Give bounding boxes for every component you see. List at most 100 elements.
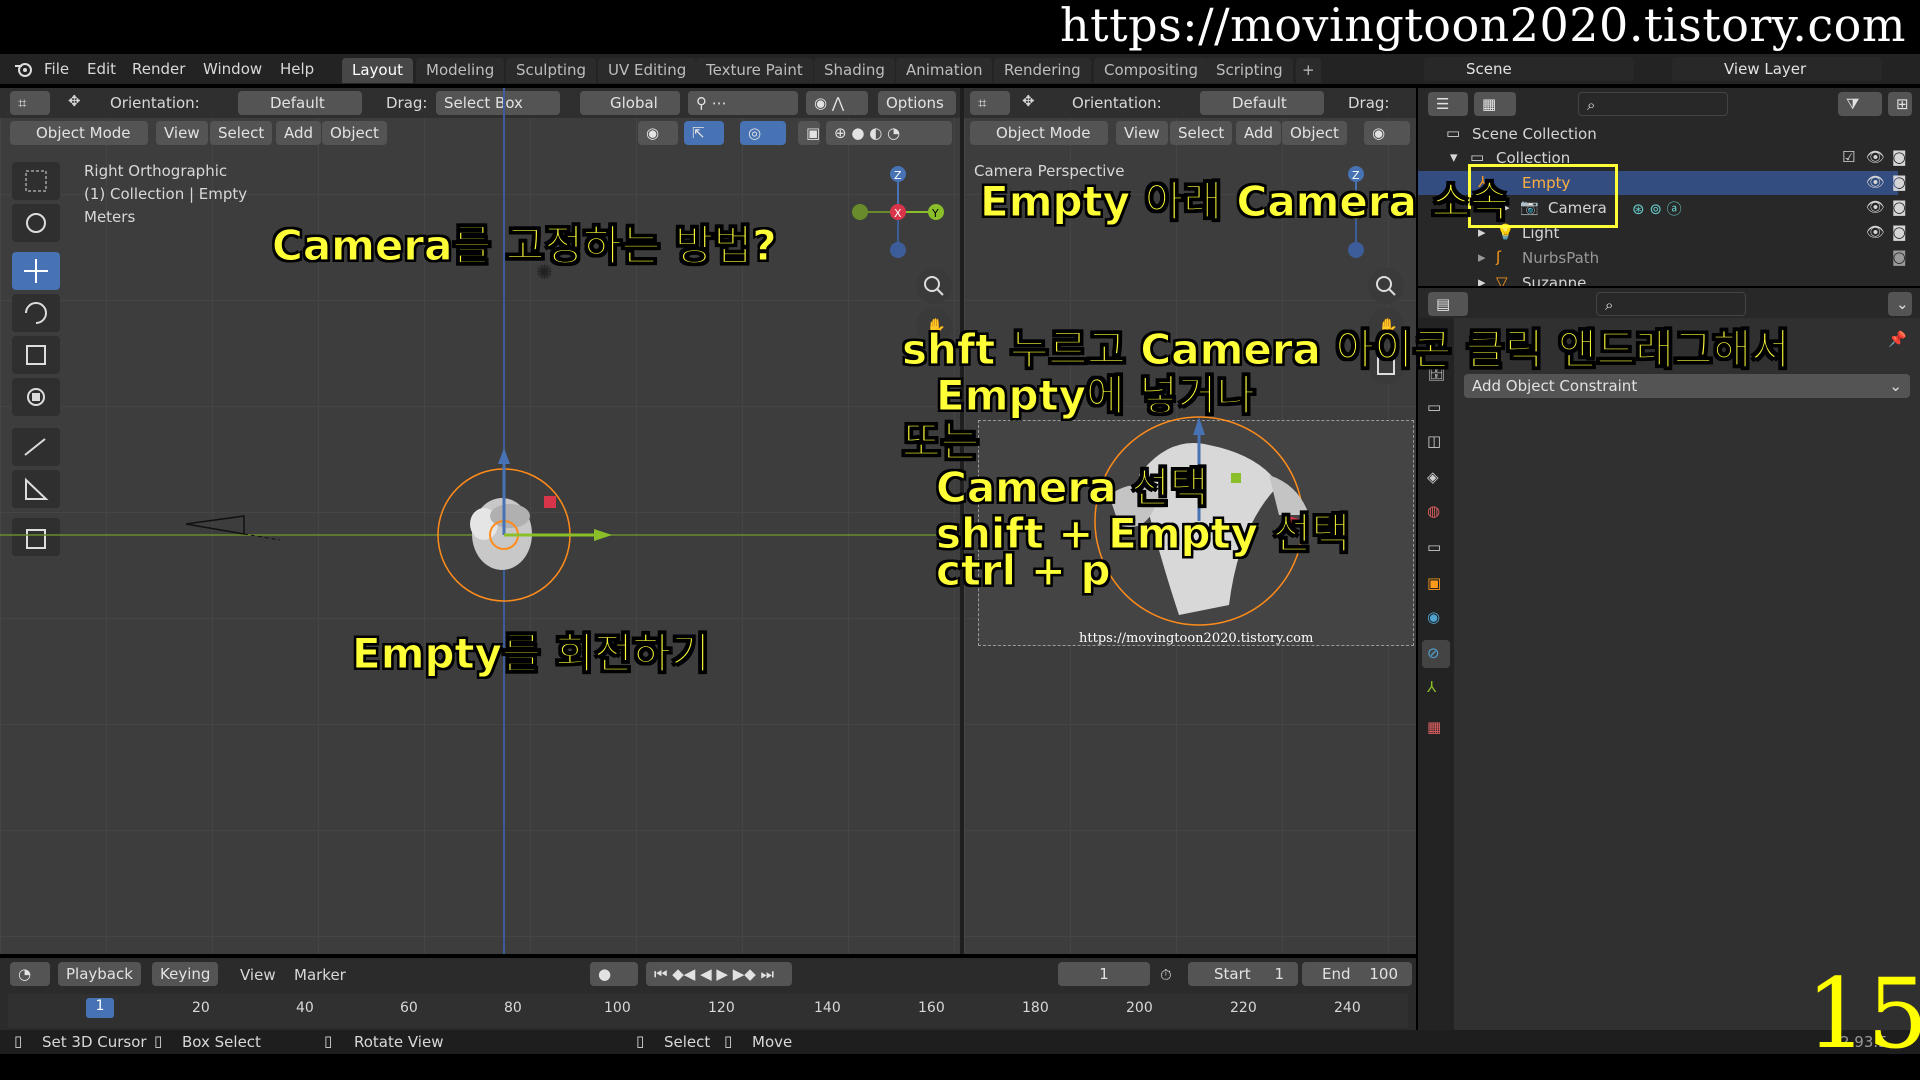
playback-menu[interactable]: Playback <box>58 962 141 986</box>
right-object-menu[interactable]: Object <box>1282 121 1347 145</box>
filter-icon[interactable]: ⧩ <box>1838 92 1882 116</box>
zoom-icon[interactable] <box>916 268 952 304</box>
stopwatch-icon[interactable]: ⏱ <box>1160 966 1172 984</box>
scene-collection-row[interactable]: ▭ Scene Collection <box>1418 122 1898 146</box>
outliner-search-input[interactable]: ⌕ <box>1578 92 1728 116</box>
add-workspace-button[interactable]: + <box>1296 58 1321 83</box>
render-props-icon[interactable]: ▭ <box>1427 398 1441 416</box>
tick-160: 160 <box>918 1000 945 1016</box>
physics-props-icon[interactable]: ◉ <box>1427 608 1440 626</box>
output-props-icon[interactable]: ◫ <box>1427 432 1441 450</box>
light-render-icon[interactable]: ◙ <box>1892 223 1907 241</box>
menu-edit[interactable]: Edit <box>87 60 116 78</box>
outliner-editor-type[interactable]: ☰ <box>1428 92 1468 116</box>
navigation-gizmo[interactable]: Z Y X <box>848 166 958 266</box>
expand-nurbspath-icon[interactable]: ▸ <box>1478 248 1486 266</box>
start-frame-field[interactable]: Start 1 <box>1188 962 1298 986</box>
right-editor-type-button[interactable]: ⌗ <box>970 91 1010 115</box>
scene-selector[interactable]: Scene <box>1424 57 1634 81</box>
scene-collection-label: Scene Collection <box>1472 125 1597 143</box>
pin-icon[interactable]: 📌 <box>1888 330 1907 348</box>
properties-options-icon[interactable]: ⌄ <box>1888 292 1912 316</box>
tab-texture-paint[interactable]: Texture Paint <box>696 58 813 83</box>
right-add-menu[interactable]: Add <box>1236 121 1282 145</box>
keying-menu[interactable]: Keying <box>152 962 219 986</box>
texture-props-icon[interactable]: ▦ <box>1427 718 1441 736</box>
timeline-editor-type[interactable]: ◔ <box>10 962 50 986</box>
right-mode-dropdown[interactable]: Object Mode <box>970 121 1108 145</box>
mesh-object-icon: ▽ <box>1496 273 1508 286</box>
object-props-icon[interactable]: ▣ <box>1427 574 1441 592</box>
tab-shading[interactable]: Shading <box>814 58 895 83</box>
tab-layout[interactable]: Layout <box>342 58 413 83</box>
expand-suzanne-icon[interactable]: ▸ <box>1478 273 1486 286</box>
tick-100: 100 <box>604 1000 631 1016</box>
left-3d-viewport[interactable]: ⌗ ✥ Orientation: Default Drag: Select Bo… <box>0 88 960 954</box>
tab-rendering[interactable]: Rendering <box>994 58 1091 83</box>
data-props-icon[interactable]: ⅄ <box>1427 678 1436 696</box>
right-visibility-icon[interactable]: ◉ <box>1364 121 1410 145</box>
menu-help[interactable]: Help <box>280 60 314 78</box>
tick-80: 80 <box>504 1000 522 1016</box>
end-frame-field[interactable]: End 100 <box>1302 962 1412 986</box>
marker-menu[interactable]: Marker <box>294 966 346 984</box>
tab-modeling[interactable]: Modeling <box>416 58 505 83</box>
mouse-drag-icon: ▯ <box>154 1032 163 1050</box>
properties-editor-type[interactable]: ▤ <box>1428 292 1468 316</box>
timeline-ruler[interactable]: 1 20 40 60 80 100 120 140 160 180 200 22… <box>8 994 1408 1028</box>
empty-render-icon[interactable]: ◙ <box>1892 173 1907 191</box>
banner-url: https://movingtoon2020.tistory.com <box>1060 0 1906 52</box>
right-zoom-icon[interactable] <box>1368 268 1404 304</box>
playhead[interactable]: 1 <box>86 998 114 1018</box>
slide-number: 15 <box>1806 958 1920 1070</box>
world-props-icon[interactable]: ◍ <box>1427 502 1440 520</box>
right-orientation-dropdown[interactable]: Default <box>1200 91 1324 115</box>
camera-render-icon[interactable]: ◙ <box>1892 198 1907 216</box>
add-object-constraint-dropdown[interactable]: Add Object Constraint ⌄ <box>1464 374 1910 398</box>
camera-wireframe[interactable] <box>180 515 290 556</box>
menu-file[interactable]: File <box>44 60 69 78</box>
add-constraint-label: Add Object Constraint <box>1472 377 1638 395</box>
right-view-menu[interactable]: View <box>1116 121 1168 145</box>
expand-collection-icon[interactable]: ▾ <box>1450 148 1458 166</box>
tab-uv-editing[interactable]: UV Editing <box>598 58 697 83</box>
light-eye-icon[interactable]: 👁 <box>1866 223 1885 241</box>
record-button[interactable]: ● <box>590 962 638 986</box>
constraint-props-icon[interactable]: ⊘ <box>1422 640 1450 668</box>
outliner-row-suzanne[interactable]: ▸ ▽ Suzanne <box>1418 271 1898 286</box>
new-collection-icon[interactable]: ⊞ <box>1888 92 1912 116</box>
menu-window[interactable]: Window <box>203 60 262 78</box>
right-drag-label: Drag: <box>1348 94 1390 112</box>
timeline-view-menu[interactable]: View <box>240 966 276 984</box>
mouse-move-icon: ▯ <box>724 1032 733 1050</box>
properties-search-input[interactable]: ⌕ <box>1596 292 1746 316</box>
tab-animation[interactable]: Animation <box>896 58 993 83</box>
mouse-left-icon: ▯ <box>14 1032 23 1050</box>
collection-checkbox[interactable]: ☑ <box>1842 148 1855 166</box>
tab-compositing[interactable]: Compositing <box>1094 58 1209 83</box>
bottom-band <box>0 1054 1920 1080</box>
collection-props-icon[interactable]: ▭ <box>1427 538 1441 556</box>
tick-40: 40 <box>296 1000 314 1016</box>
tab-sculpting[interactable]: Sculpting <box>506 58 597 83</box>
current-frame-field[interactable]: 1 <box>1058 962 1150 986</box>
blender-logo-icon[interactable] <box>14 60 34 82</box>
collection-eye-icon[interactable]: 👁 <box>1866 148 1885 166</box>
svg-text:X: X <box>894 207 902 220</box>
nurbspath-render-icon[interactable]: ◙ <box>1892 248 1907 266</box>
annotation-title: Camera를 고정하는 방법? <box>272 221 778 271</box>
collection-camera-icon[interactable]: ◙ <box>1892 148 1907 166</box>
outliner-row-nurbspath[interactable]: ▸ ʃ NurbsPath ◙ <box>1418 246 1907 270</box>
curve-object-icon: ʃ <box>1496 248 1502 266</box>
right-mode-label: Object Mode <box>996 124 1091 142</box>
camera-eye-icon[interactable]: 👁 <box>1866 198 1885 216</box>
status-move: Move <box>752 1033 793 1051</box>
display-mode-dropdown[interactable]: ▦ <box>1474 92 1516 116</box>
tab-scripting[interactable]: Scripting <box>1206 58 1293 83</box>
scene-props-icon[interactable]: ◈ <box>1427 468 1439 486</box>
empty-eye-icon[interactable]: 👁 <box>1866 173 1885 191</box>
playback-controls[interactable]: ⏮ ◆◀ ◀ ▶ ▶◆ ⏭ <box>646 962 792 986</box>
right-select-menu[interactable]: Select <box>1170 121 1233 145</box>
view-layer-selector[interactable]: View Layer <box>1672 57 1882 81</box>
menu-render[interactable]: Render <box>132 60 185 78</box>
